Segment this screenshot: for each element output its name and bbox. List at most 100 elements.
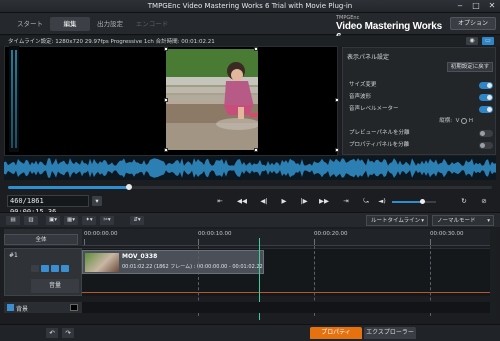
lock-icon[interactable]	[31, 265, 39, 272]
setting-resize: サイズ変更	[349, 80, 493, 90]
background-color-swatch[interactable]	[70, 304, 78, 311]
audio-volume-line[interactable]	[82, 292, 490, 293]
resize-handle-se[interactable]	[335, 148, 339, 152]
setting-level-meter: 音声レベルメーター	[349, 104, 493, 114]
ruler-tick	[430, 239, 431, 245]
title-bar: TMPGEnc Video Mastering Works 6 Trial wi…	[0, 0, 500, 13]
ruler-tick	[198, 239, 199, 245]
toggle-detach-preview[interactable]	[479, 130, 493, 137]
tab-properties[interactable]: プロパティ	[310, 327, 362, 339]
display-panel-settings: 表示パネル設定 初期設定に戻す サイズ変更 音声波形 音声レベルメーター 縦横:…	[342, 47, 496, 155]
layout-vh: 縦横: V H	[439, 116, 473, 126]
tab-edit[interactable]: 編集	[50, 17, 90, 31]
resize-handle-n[interactable]	[254, 47, 258, 51]
redo-icon[interactable]: ↷	[62, 328, 74, 338]
setting-label: 音声レベルメーター	[349, 106, 399, 112]
seek-bar[interactable]	[8, 184, 492, 190]
clip-name: MOV_0338	[122, 253, 158, 260]
setting-detach-preview: プレビューパネルを分離	[349, 128, 493, 138]
setting-label: プレビューパネルを分離	[349, 130, 410, 136]
timecode-menu-icon[interactable]: ▾	[92, 196, 102, 206]
step-back-icon[interactable]: ◀|	[258, 196, 270, 206]
stop-icon[interactable]: ⊘	[478, 196, 490, 206]
transport-bar: 460/1861 00:00:15.36 ▾ ⇤ ◀◀ ◀| ▶ |▶ ▶▶ ⇥…	[0, 193, 500, 216]
next-edit-point-icon[interactable]: ⇥	[340, 196, 352, 206]
toggle-level-meter[interactable]	[479, 106, 493, 113]
toggle-detach-properties[interactable]	[479, 142, 493, 149]
fast-forward-icon[interactable]: ▶▶	[318, 196, 330, 206]
background-track-area[interactable]	[82, 302, 490, 313]
volume-slider[interactable]	[392, 199, 436, 204]
track-header[interactable]: #1 音量	[4, 248, 82, 296]
refresh-icon[interactable]: ↻	[458, 196, 470, 206]
undo-icon[interactable]: ↶	[46, 328, 58, 338]
resize-handle-w[interactable]	[164, 98, 168, 102]
audio-level-meter	[9, 46, 19, 152]
ruler-tick	[84, 239, 85, 245]
route-timeline-label: ルートタイムライン	[371, 218, 421, 224]
video-clip[interactable]: MOV_0338 00:01:02.22 (1862 フレーム) : 00:00…	[82, 250, 264, 274]
tab-output-settings[interactable]: 出力設定	[90, 17, 130, 31]
layout-h[interactable]: H	[469, 118, 473, 124]
play-icon[interactable]: ▶	[278, 196, 290, 206]
maximize-icon[interactable]: □	[468, 0, 484, 12]
setting-layout: 縦横: V H	[349, 116, 493, 126]
normal-mode-label: ノーマルモード	[437, 218, 476, 224]
tab-encode[interactable]: エンコード	[132, 17, 172, 31]
resize-handle-nw[interactable]	[164, 47, 168, 51]
clip-thumbnail	[85, 253, 119, 272]
seek-bar-knob[interactable]	[126, 184, 132, 190]
panel-layout-icon[interactable]: ▭	[482, 37, 494, 45]
setting-waveform: 音声波形	[349, 92, 493, 102]
clip-info: 00:01:02.22 (1862 フレーム) : 00:00:00.00 - …	[122, 264, 263, 270]
cut-icon[interactable]: ✂▾	[100, 216, 114, 225]
volume-icon[interactable]: ◄)	[376, 196, 388, 206]
chevron-down-icon: ▾	[487, 218, 490, 224]
normal-mode-dropdown[interactable]: ノーマルモード ▾	[432, 215, 494, 226]
minimize-icon[interactable]: ‒	[452, 0, 468, 12]
setting-detach-properties: プロパティパネルを分離	[349, 140, 493, 150]
close-icon[interactable]: ✕	[484, 0, 500, 12]
volume-knob[interactable]	[419, 199, 425, 204]
option-button[interactable]: オプション	[450, 17, 496, 30]
panel-header: 表示パネル設定	[347, 54, 390, 61]
window-title: TMPGEnc Video Mastering Works 6 Trial wi…	[147, 2, 353, 10]
snap-icon[interactable]: ⇵▾	[130, 216, 144, 225]
rewind-icon[interactable]: ◀◀	[236, 196, 248, 206]
prev-edit-point-icon[interactable]: ⇤	[214, 196, 226, 206]
timeline-info-bar: タイムライン設定: 1280x720 29.97fps Progressive …	[0, 36, 500, 46]
toggle-waveform[interactable]	[479, 94, 493, 101]
track-view-icon[interactable]: ▥	[24, 216, 38, 225]
timeline-ruler[interactable]: 00:00:00.00 00:00:10.00 00:00:20.00 00:0…	[82, 229, 490, 246]
tab-start[interactable]: スタート	[10, 17, 50, 31]
reset-button[interactable]: 初期設定に戻す	[447, 62, 493, 72]
resize-handle-s[interactable]	[254, 148, 258, 152]
tab-explorer[interactable]: エクスプローラー	[364, 327, 416, 339]
resize-handle-e[interactable]	[335, 98, 339, 102]
filter-icon[interactable]: ▦▾	[64, 216, 78, 225]
timeline-info: タイムライン設定: 1280x720 29.97fps Progressive …	[8, 39, 215, 45]
chevron-down-icon: ▾	[421, 218, 424, 224]
track-add-icon[interactable]: ▤	[6, 216, 20, 225]
step-forward-icon[interactable]: |▶	[298, 196, 310, 206]
mode-bar: スタート 編集 出力設定 エンコード TMPGEnc Video Masteri…	[0, 13, 500, 43]
add-clip-icon[interactable]: ▣▾	[46, 216, 60, 225]
layout-radio[interactable]	[461, 117, 468, 124]
layout-v[interactable]: V	[456, 118, 460, 124]
toggle-resize[interactable]	[479, 82, 493, 89]
color-icon[interactable]: ✦▾	[82, 216, 96, 225]
route-timeline-dropdown[interactable]: ルートタイムライン ▾	[366, 215, 428, 226]
ruler-label: 00:00:30.00	[430, 231, 464, 237]
ruler-label: 00:00:10.00	[198, 231, 232, 237]
show-all-button[interactable]: 全体	[4, 234, 78, 245]
timeline-scrollbar[interactable]	[490, 229, 496, 319]
setting-label: サイズ変更	[349, 82, 377, 88]
track-number: #1	[9, 252, 18, 259]
background-track-header[interactable]: 背景	[4, 302, 82, 313]
solo-icon[interactable]	[61, 265, 69, 272]
resize-handle-sw[interactable]	[164, 148, 168, 152]
audio-toggle-icon[interactable]	[51, 265, 59, 272]
video-toggle-icon[interactable]	[41, 265, 49, 272]
repeat-icon[interactable]: ⤿	[360, 196, 372, 206]
eye-icon[interactable]: ◉	[466, 37, 478, 45]
